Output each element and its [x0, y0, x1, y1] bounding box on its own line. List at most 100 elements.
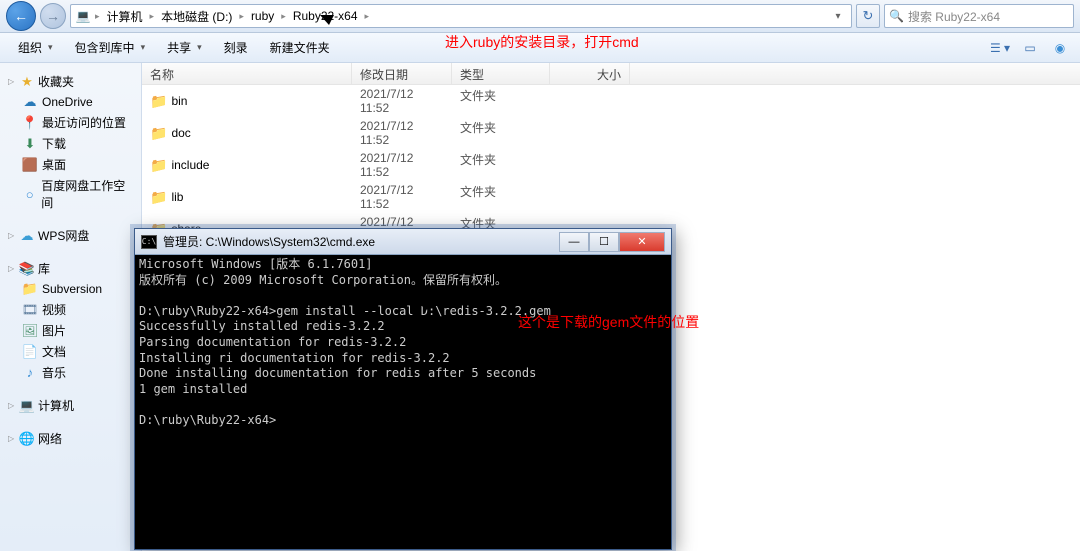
file-date: 2021/7/12 11:52: [352, 150, 452, 180]
sidebar-wps-header[interactable]: ▷☁WPS网盘: [4, 225, 137, 246]
maximize-button[interactable]: ☐: [589, 232, 619, 252]
breadcrumb[interactable]: 💻 ▸ 计算机 ▸ 本地磁盘 (D:) ▸ ruby ▸ Ruby22-x64 …: [70, 4, 852, 28]
table-row[interactable]: 📁 doc 2021/7/12 11:52文件夹: [142, 117, 1080, 149]
sidebar-item-icon: ☁: [22, 94, 38, 110]
close-button[interactable]: ✕: [619, 232, 665, 252]
annotation-arrow: [320, 15, 448, 45]
sidebar-item-label: OneDrive: [42, 95, 93, 109]
star-icon: ★: [19, 74, 35, 90]
sidebar-item-label: 最近访问的位置: [42, 114, 126, 131]
sidebar-item-icon: 🎞: [22, 302, 38, 318]
folder-icon: 📁: [150, 125, 167, 142]
sidebar-item-icon: ♪: [22, 365, 38, 381]
sidebar-item-label: Subversion: [42, 282, 102, 296]
computer-icon: 💻: [75, 8, 91, 24]
file-size: [550, 182, 630, 212]
back-button[interactable]: ←: [6, 1, 36, 31]
folder-icon: 📁: [150, 93, 167, 110]
file-type: 文件夹: [452, 150, 550, 180]
file-date: 2021/7/12 11:52: [352, 182, 452, 212]
file-name: doc: [171, 126, 190, 140]
sidebar-item-label: 文档: [42, 343, 66, 360]
forward-button[interactable]: →: [40, 3, 66, 29]
cmd-icon: C:\: [141, 235, 157, 249]
annotation-1: 进入ruby的安装目录，打开cmd: [445, 32, 639, 52]
sidebar-item[interactable]: 📁Subversion: [4, 279, 137, 299]
table-row[interactable]: 📁 lib 2021/7/12 11:52文件夹: [142, 181, 1080, 213]
folder-icon: 📁: [150, 189, 167, 206]
arrow-left-icon: ←: [14, 8, 28, 24]
cmd-title-text: 管理员: C:\Windows\System32\cmd.exe: [163, 233, 375, 250]
cloud-icon: ☁: [19, 228, 35, 244]
organize-button[interactable]: 组织: [8, 36, 63, 59]
sidebar-item-icon: 📄: [22, 344, 38, 360]
include-button[interactable]: 包含到库中: [65, 36, 156, 59]
cmd-output[interactable]: Microsoft Windows [版本 6.1.7601] 版权所有 (c)…: [135, 255, 671, 549]
sidebar-item[interactable]: 🖼图片: [4, 320, 137, 341]
sidebar-item[interactable]: 📄文档: [4, 341, 137, 362]
sidebar-item-label: 视频: [42, 301, 66, 318]
breadcrumb-item[interactable]: 计算机: [104, 8, 146, 25]
refresh-button[interactable]: ↻: [856, 4, 880, 28]
cmd-titlebar[interactable]: C:\ 管理员: C:\Windows\System32\cmd.exe — ☐…: [135, 229, 671, 255]
minimize-button[interactable]: —: [559, 232, 589, 252]
chevron-right-icon: ▸: [281, 11, 286, 22]
sidebar-item[interactable]: ○百度网盘工作空间: [4, 175, 137, 213]
annotation-2: 这个是下载的gem文件的位置: [518, 312, 699, 332]
breadcrumb-item[interactable]: 本地磁盘 (D:): [158, 8, 235, 25]
table-row[interactable]: 📁 include 2021/7/12 11:52文件夹: [142, 149, 1080, 181]
chevron-right-icon: ▸: [95, 11, 100, 22]
dropdown-icon[interactable]: ▾: [829, 11, 847, 22]
sidebar-favorites-header[interactable]: ▷★收藏夹: [4, 71, 137, 92]
library-icon: 📚: [19, 261, 35, 277]
chevron-right-icon: ▸: [239, 11, 244, 22]
search-icon: 🔍: [889, 9, 904, 23]
file-type: 文件夹: [452, 182, 550, 212]
col-size[interactable]: 大小: [550, 63, 630, 84]
breadcrumb-item[interactable]: ruby: [248, 9, 277, 23]
file-name: bin: [171, 94, 187, 108]
sidebar-item[interactable]: 📍最近访问的位置: [4, 112, 137, 133]
share-button[interactable]: 共享: [157, 36, 212, 59]
sidebar-computer-header[interactable]: ▷💻计算机: [4, 395, 137, 416]
help-button[interactable]: ◉: [1048, 37, 1072, 59]
table-row[interactable]: 📁bin2021/7/12 11:52文件夹: [142, 85, 1080, 117]
sidebar-item[interactable]: ⬇下载: [4, 133, 137, 154]
file-name: include: [171, 158, 209, 172]
sidebar-item[interactable]: ☁ OneDrive: [4, 92, 137, 112]
sidebar-network-header[interactable]: ▷🌐网络: [4, 428, 137, 449]
sidebar-item-label: 下载: [42, 135, 66, 152]
annotation-arrow: [418, 301, 518, 323]
sidebar-item-label: 音乐: [42, 364, 66, 381]
sidebar-item-icon: 🟫: [22, 157, 38, 173]
file-size: [550, 118, 630, 148]
burn-button[interactable]: 刻录: [214, 36, 258, 59]
file-size: [550, 150, 630, 180]
preview-button[interactable]: ▭: [1018, 37, 1042, 59]
sidebar-item-icon: 📍: [22, 115, 38, 131]
cmd-window[interactable]: C:\ 管理员: C:\Windows\System32\cmd.exe — ☐…: [134, 228, 672, 550]
file-type: 文件夹: [452, 86, 550, 116]
address-bar: ← → 💻 ▸ 计算机 ▸ 本地磁盘 (D:) ▸ ruby ▸ Ruby22-…: [0, 0, 1080, 33]
col-date[interactable]: 修改日期: [352, 63, 452, 84]
view-button[interactable]: ☰ ▾: [988, 37, 1012, 59]
file-name: lib: [171, 190, 183, 204]
col-name[interactable]: 名称: [142, 63, 352, 84]
sidebar-item[interactable]: 🎞视频: [4, 299, 137, 320]
sidebar-libraries-header[interactable]: ▷📚库: [4, 258, 137, 279]
file-size: [550, 86, 630, 116]
col-type[interactable]: 类型: [452, 63, 550, 84]
search-input[interactable]: 🔍 搜索 Ruby22-x64: [884, 4, 1074, 28]
sidebar-item-icon: ○: [22, 186, 37, 202]
sidebar-item[interactable]: 🟫桌面: [4, 154, 137, 175]
file-date: 2021/7/12 11:52: [352, 118, 452, 148]
chevron-right-icon: ▸: [150, 11, 155, 22]
sidebar-item-label: 桌面: [42, 156, 66, 173]
sidebar-item[interactable]: ♪音乐: [4, 362, 137, 383]
search-placeholder: 搜索 Ruby22-x64: [908, 8, 1000, 25]
sidebar: ▷★收藏夹 ☁OneDrive📍最近访问的位置⬇下载🟫桌面○百度网盘工作空间 ▷…: [0, 63, 142, 551]
file-list-header: 名称 修改日期 类型 大小: [142, 63, 1080, 85]
folder-icon: 📁: [150, 157, 167, 174]
file-type: 文件夹: [452, 118, 550, 148]
sidebar-item-icon: ⬇: [22, 136, 38, 152]
